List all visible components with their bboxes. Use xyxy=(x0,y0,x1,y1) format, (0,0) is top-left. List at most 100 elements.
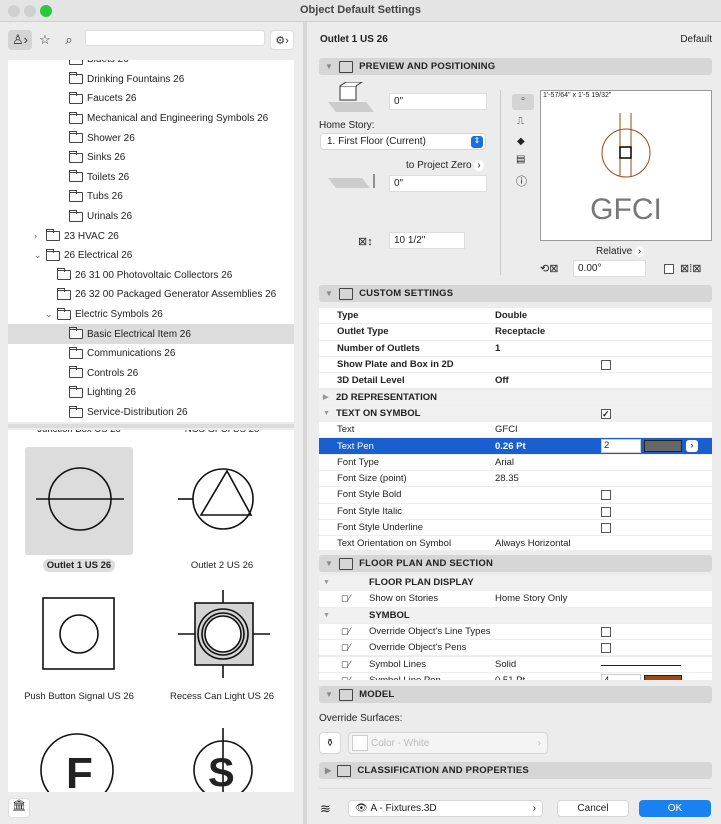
thumbnail-label[interactable]: Push Button Signal US 26 xyxy=(9,691,149,702)
chevron-down-icon[interactable]: ⌄ xyxy=(45,309,53,320)
chevron-right-icon[interactable]: › xyxy=(686,440,698,453)
property-row[interactable]: ◻⁄ Symbol Line Pen 0.51 Pt 4 xyxy=(319,672,712,680)
library-manager-button[interactable]: 🏛 xyxy=(8,798,30,818)
property-checkbox[interactable] xyxy=(601,522,611,533)
override-surfaces-button[interactable]: ⚱ xyxy=(319,732,341,754)
search-input[interactable] xyxy=(85,30,265,46)
property-row[interactable]: Text Pen 0.26 Pt 2 › xyxy=(319,438,712,455)
library-view-button[interactable]: ♙› xyxy=(8,30,32,50)
home-story-select[interactable]: 1. First Floor (Current) ⇕ xyxy=(320,133,486,150)
tree-item[interactable]: Basic Electrical Item 26 xyxy=(8,324,294,344)
object-thumbnails[interactable]: F S Junction Box US 26 NCS GFCI US 26 Outl… xyxy=(8,430,294,792)
pen-swatch[interactable] xyxy=(644,440,682,453)
view-3d-button[interactable]: ◆ xyxy=(517,136,525,147)
pen-swatch[interactable] xyxy=(644,674,682,680)
property-row[interactable]: Text Orientation on Symbol Always Horizon… xyxy=(319,536,712,550)
to-project-zero-button[interactable]: to Project Zero › xyxy=(406,160,484,171)
property-row[interactable]: 3D Detail Level Off xyxy=(319,373,712,390)
mirror-checkbox[interactable] xyxy=(664,264,674,274)
rotation-input[interactable]: 0.00° xyxy=(573,260,646,277)
tree-item[interactable]: Service-Distribution 26 xyxy=(8,403,294,422)
property-row[interactable]: Number of Outlets 1 xyxy=(319,340,712,357)
project-zero-input[interactable]: 0" xyxy=(389,175,487,192)
section-model[interactable]: ▼ MODEL xyxy=(319,686,712,703)
tree-item[interactable]: 26 32 00 Packaged Generator Assemblies 2… xyxy=(8,285,294,305)
property-group[interactable]: ▶ 2D REPRESENTATION xyxy=(319,389,712,406)
thumbnail-label[interactable]: Recess Can Light US 26 xyxy=(152,691,292,702)
view-2d-button[interactable]: ▫ xyxy=(512,94,534,110)
section-preview-positioning[interactable]: ▼ PREVIEW AND POSITIONING xyxy=(319,58,712,75)
property-row[interactable]: Outlet Type Receptacle xyxy=(319,324,712,341)
thumbnail-label[interactable]: NCS GFCI US 26 xyxy=(152,430,292,435)
ok-button[interactable]: OK xyxy=(639,800,711,817)
tree-item[interactable]: Mechanical and Engineering Symbols 26 xyxy=(8,109,294,129)
property-row[interactable]: ◻⁄ Override Object's Line Types xyxy=(319,623,712,641)
property-checkbox[interactable] xyxy=(601,626,611,637)
chevron-down-icon[interactable]: ⌄ xyxy=(34,250,42,261)
panel-splitter[interactable] xyxy=(8,424,294,428)
thumbnail-label[interactable]: Junction Box US 26 xyxy=(9,430,149,435)
property-checkbox[interactable] xyxy=(601,643,611,654)
surface-select[interactable]: Color - White › xyxy=(348,732,548,754)
tree-item[interactable]: Toilets 26 xyxy=(8,168,294,188)
section-custom-settings[interactable]: ▼ CUSTOM SETTINGS xyxy=(319,285,712,302)
property-row[interactable]: Font Size (point) 28.35 xyxy=(319,471,712,488)
pen-number-input[interactable]: 2 xyxy=(601,439,641,454)
view-section-button[interactable]: ⎍ xyxy=(517,116,524,127)
height-input[interactable]: 10 1/2" xyxy=(389,232,465,249)
tree-item[interactable]: Urinals 26 xyxy=(8,207,294,227)
section-floor-plan[interactable]: ▼ FLOOR PLAN AND SECTION xyxy=(319,555,712,572)
tree-item[interactable]: Sinks 26 xyxy=(8,148,294,168)
tree-item[interactable]: 26 31 00 Photovoltaic Collectors 26 xyxy=(8,266,294,286)
tree-item[interactable]: Controls 26 xyxy=(8,364,294,384)
view-elevation-button[interactable]: ▤ xyxy=(516,154,525,165)
property-row[interactable]: ◻⁄ Override Object's Pens xyxy=(319,640,712,657)
info-button[interactable]: ⓘ xyxy=(516,173,527,189)
section-classification[interactable]: ▶ CLASSIFICATION AND PROPERTIES xyxy=(319,762,712,779)
tree-item[interactable]: Faucets 26 xyxy=(8,89,294,109)
pen-number-input[interactable]: 4 xyxy=(601,673,641,680)
property-row[interactable]: Text GFCI xyxy=(319,422,712,439)
layer-select[interactable]: 👁 A - Fixtures.3D › xyxy=(348,800,543,817)
thumbnail-label[interactable]: Outlet 2 US 26 xyxy=(152,560,292,571)
library-tree[interactable]: Bidets 26 Drinking Fountains 26 Faucets 26… xyxy=(8,60,294,422)
property-row[interactable]: Font Style Underline xyxy=(319,519,712,537)
property-row[interactable]: Font Type Arial xyxy=(319,454,712,471)
tree-item[interactable]: Communications 26 xyxy=(8,344,294,364)
tree-item[interactable]: Lighting 26 xyxy=(8,383,294,403)
property-row[interactable]: Type Double xyxy=(319,308,712,325)
chevron-right-icon[interactable]: › xyxy=(34,231,37,241)
custom-settings-list[interactable]: Type Double Outlet Type Receptacle Number of… xyxy=(310,308,721,550)
triangle-right-icon[interactable]: ▶ xyxy=(323,393,328,401)
tree-item[interactable]: Drinking Fountains 26 xyxy=(8,70,294,90)
property-group[interactable]: ▼ FLOOR PLAN DISPLAY xyxy=(319,575,712,592)
tree-item[interactable]: ⌄ Electric Symbols 26 xyxy=(8,305,294,325)
favorites-button[interactable]: ☆ xyxy=(36,30,54,50)
property-row[interactable]: ◻⁄ Symbol Lines Solid xyxy=(319,656,712,673)
relative-button[interactable]: Relative › xyxy=(596,246,645,257)
triangle-down-icon[interactable]: ▼ xyxy=(323,612,330,619)
search-button[interactable]: ⌕ xyxy=(60,30,78,50)
property-checkbox[interactable] xyxy=(601,506,611,517)
property-group[interactable]: ▼ TEXT ON SYMBOL ✓ xyxy=(319,405,712,423)
thumbnail-label[interactable]: Outlet 1 US 26 xyxy=(9,559,149,572)
property-checkbox[interactable] xyxy=(601,359,611,370)
tree-item[interactable]: Tubs 26 xyxy=(8,187,294,207)
tree-item[interactable]: Bidets 26 xyxy=(8,60,294,70)
property-group[interactable]: ▼ SYMBOL xyxy=(319,607,712,624)
triangle-down-icon[interactable]: ▼ xyxy=(323,579,330,586)
tree-item[interactable]: Shower 26 xyxy=(8,128,294,148)
property-row[interactable]: Font Style Bold xyxy=(319,487,712,504)
property-checkbox[interactable] xyxy=(601,490,611,501)
property-row[interactable]: Show Plate and Box in 2D xyxy=(319,356,712,374)
floor-plan-list[interactable]: ▼ FLOOR PLAN DISPLAY ◻⁄ Show on Stories Home… xyxy=(310,575,721,680)
settings-button[interactable]: ⚙› xyxy=(270,30,294,50)
elevation-input[interactable]: 0" xyxy=(389,93,487,110)
property-row[interactable]: ◻⁄ Show on Stories Home Story Only xyxy=(319,591,712,608)
panel-divider[interactable] xyxy=(303,22,307,824)
cancel-button[interactable]: Cancel xyxy=(557,800,629,817)
property-checkbox[interactable]: ✓ xyxy=(601,408,611,419)
tree-item[interactable]: ⌄ 26 Electrical 26 xyxy=(8,246,294,266)
property-row[interactable]: Font Style Italic xyxy=(319,503,712,520)
triangle-down-icon[interactable]: ▼ xyxy=(323,410,330,417)
